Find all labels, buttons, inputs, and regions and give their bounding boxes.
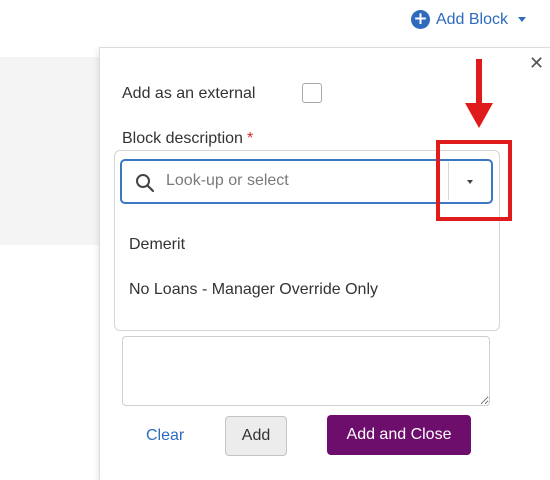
option-demerit[interactable]: Demerit	[129, 236, 185, 254]
add-block-button[interactable]: + Add Block	[410, 10, 526, 29]
clear-button[interactable]: Clear	[146, 427, 184, 445]
external-label: Add as an external	[122, 85, 256, 102]
option-no-loans[interactable]: No Loans - Manager Override Only	[129, 281, 378, 299]
block-description-label: Block description *	[122, 130, 254, 147]
add-button[interactable]: Add	[225, 416, 287, 456]
annotation-arrow-shaft	[476, 59, 482, 105]
search-placeholder: Look-up or select	[166, 172, 289, 189]
plus-circle-icon: +	[410, 10, 430, 29]
annotation-highlight-box	[436, 140, 512, 221]
required-asterisk: *	[246, 130, 254, 147]
background-panel	[0, 57, 100, 245]
add-block-label: Add Block	[435, 10, 508, 28]
close-icon[interactable]: ✕	[529, 55, 544, 73]
search-icon	[136, 174, 155, 193]
note-textarea[interactable]	[122, 336, 490, 406]
annotation-arrow-icon	[465, 103, 493, 128]
external-checkbox[interactable]	[302, 83, 322, 103]
add-and-close-button[interactable]: Add and Close	[327, 415, 471, 455]
caret-down-icon	[518, 17, 526, 22]
